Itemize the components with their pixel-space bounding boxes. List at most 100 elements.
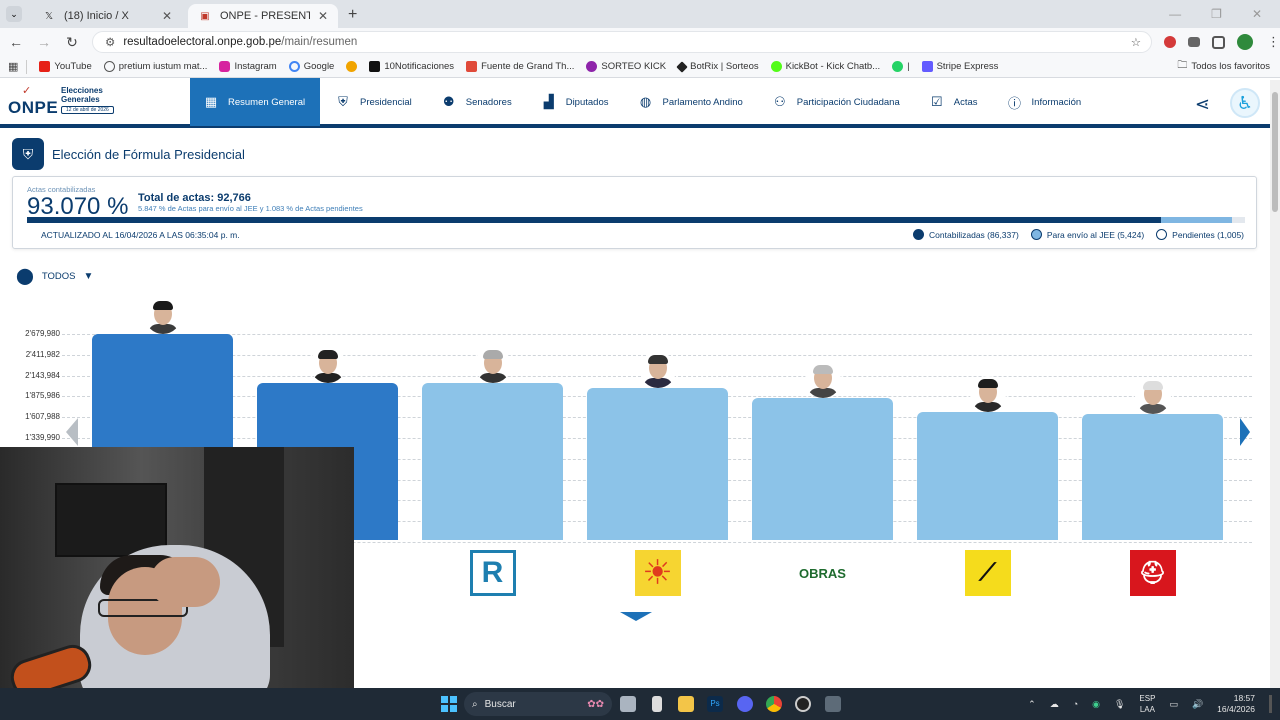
- chart-bar[interactable]: [1082, 414, 1223, 540]
- legend-dot: [1156, 229, 1168, 240]
- clock[interactable]: 18:57 16/4/2026: [1217, 693, 1255, 715]
- taskbar-search[interactable]: ⌕ Buscar ✿✿: [464, 692, 612, 716]
- region-filter[interactable]: ⬤ TODOS ▼: [16, 266, 93, 286]
- candidate-photo[interactable]: [309, 346, 346, 383]
- chart-bar[interactable]: [422, 383, 563, 540]
- tray-green-icon[interactable]: ◉: [1092, 699, 1100, 710]
- sun-party-logo[interactable]: ☀: [634, 550, 681, 596]
- pais-para-todos-logo[interactable]: ⟋: [964, 550, 1011, 596]
- filter-value: TODOS: [41, 270, 76, 282]
- progress-contabilizadas: [27, 217, 1161, 223]
- onpe-logo[interactable]: ✓ ONPE Elecciones Generales 12 de abril …: [0, 78, 190, 126]
- mic-icon[interactable]: 🎙: [1114, 699, 1125, 710]
- share-icon[interactable]: ⋖: [1195, 94, 1210, 115]
- helmet-party-logo[interactable]: ⛑: [1129, 550, 1176, 596]
- site-info-icon[interactable]: ⚙: [105, 35, 115, 49]
- language-indicator[interactable]: ESP LAA: [1139, 693, 1155, 715]
- menu-presidencial[interactable]: ⛨ Presidencial: [320, 78, 426, 126]
- bookmark-botrix[interactable]: BotRix | Sorteos: [676, 60, 759, 73]
- chart-bar[interactable]: [752, 398, 893, 540]
- tab-x-inicio[interactable]: 𝕏 (18) Inicio / X ✕: [32, 4, 182, 28]
- bookmark-kickbot[interactable]: KickBot - Kick Chatb...: [770, 61, 880, 72]
- candidate-photo[interactable]: [969, 375, 1006, 412]
- apps-grid-icon[interactable]: ▦: [8, 60, 18, 73]
- bookmark-stripe[interactable]: Stripe Express: [921, 61, 998, 72]
- url-field[interactable]: ⚙ resultadoelectoral.onpe.gob.pe /main/r…: [92, 31, 1152, 53]
- candidate-photo[interactable]: [474, 347, 511, 384]
- candidate-photo[interactable]: [144, 298, 181, 334]
- menu-diputados[interactable]: ▟ Diputados: [526, 78, 623, 126]
- candidate-photo[interactable]: [804, 362, 841, 399]
- tab-search-button[interactable]: ⌄: [6, 6, 22, 22]
- scrollbar-thumb[interactable]: [1272, 92, 1278, 212]
- bookmark-grand-theft[interactable]: Fuente de Grand Th...: [466, 61, 574, 72]
- browser-tab-strip: ⌄ 𝕏 (18) Inicio / X ✕ ▣ ONPE - PRESENTAC…: [0, 0, 1280, 28]
- candidate-suit: [147, 324, 178, 334]
- flowers-icon: ✿✿: [587, 698, 604, 710]
- seal-icon: ⛨: [338, 94, 348, 109]
- bookmark-star-icon[interactable]: ☆: [1131, 35, 1141, 49]
- bookmark-youtube[interactable]: YouTube: [39, 61, 92, 72]
- obs-icon[interactable]: [795, 696, 811, 712]
- menu-informacion[interactable]: ⓘ Información: [992, 78, 1096, 126]
- bottle-app-icon[interactable]: [652, 696, 662, 712]
- file-explorer-icon[interactable]: [678, 696, 694, 712]
- tray-app-icon[interactable]: ☁: [1050, 699, 1059, 710]
- extension-red-icon[interactable]: [1164, 36, 1176, 48]
- candidate-suit: [312, 372, 343, 383]
- bookmark-notificaciones[interactable]: 10Notificaciones: [369, 61, 454, 72]
- extension-box-icon[interactable]: [1188, 37, 1200, 47]
- bookmark-sorteo-kick[interactable]: SORTEO KICK: [586, 61, 666, 72]
- menu-parlamento-andino[interactable]: ◍ Parlamento Andino: [622, 78, 756, 126]
- display-icon[interactable]: ▭: [1169, 699, 1178, 710]
- bookmark-google[interactable]: Google: [288, 61, 334, 72]
- bookmark-pretium[interactable]: pretium iustum mat...: [103, 61, 207, 72]
- chart-prev-arrow[interactable]: [66, 418, 78, 446]
- menu-actas[interactable]: ☑ Actas: [914, 78, 992, 126]
- candidate-photo[interactable]: [1134, 378, 1171, 415]
- forward-icon[interactable]: →: [32, 34, 56, 50]
- menu-resumen-general[interactable]: ▦ Resumen General: [190, 78, 320, 126]
- new-tab-button[interactable]: +: [348, 6, 357, 24]
- profile-avatar[interactable]: [1237, 34, 1253, 50]
- tray-chevron-icon[interactable]: ⌃: [1028, 699, 1036, 710]
- actas-subtext: 5.847 % de Actas para envío al JEE y 1.0…: [138, 204, 363, 213]
- obras-party-logo[interactable]: OBRAS: [799, 550, 846, 596]
- extensions-puzzle-icon[interactable]: [1212, 35, 1225, 49]
- x-logo-icon: [369, 61, 381, 72]
- bookmark-whatsapp[interactable]: |: [892, 61, 910, 72]
- reload-icon[interactable]: ↻: [60, 34, 84, 51]
- browser-menu-icon[interactable]: ⋮: [1267, 34, 1280, 50]
- bookmark-instagram[interactable]: Instagram: [219, 61, 277, 72]
- windows-start-icon[interactable]: [441, 696, 457, 712]
- show-desktop-icon[interactable]: [1269, 695, 1272, 713]
- close-tab-icon[interactable]: ✕: [318, 9, 328, 23]
- volume-icon[interactable]: 🔊: [1192, 699, 1203, 710]
- folder-icon: 🗀: [1177, 60, 1188, 71]
- task-view-icon[interactable]: [620, 696, 636, 712]
- menu-senadores[interactable]: ⚉ Senadores: [426, 78, 526, 126]
- photoshop-icon[interactable]: Ps: [707, 696, 723, 712]
- chart-next-arrow[interactable]: [1240, 418, 1250, 446]
- back-icon[interactable]: ←: [4, 34, 28, 50]
- close-window-icon[interactable]: ✕: [1252, 7, 1262, 21]
- accessibility-icon[interactable]: ♿: [1230, 88, 1260, 118]
- discord-icon[interactable]: [737, 696, 753, 712]
- congress-icon: ▟: [543, 94, 554, 109]
- peru-shield-icon: ⛨: [12, 138, 44, 170]
- bookmark-colorful[interactable]: [346, 61, 358, 72]
- renovacion-popular-logo[interactable]: R: [469, 550, 516, 596]
- close-tab-icon[interactable]: ✕: [162, 9, 172, 23]
- minimize-icon[interactable]: —: [1169, 7, 1181, 21]
- maximize-icon[interactable]: ❐: [1211, 7, 1222, 21]
- tab-onpe[interactable]: ▣ ONPE - PRESENTACIÓN DE RES ✕: [188, 4, 338, 28]
- ballot-icon: ✓: [22, 85, 32, 97]
- menu-participacion-ciudadana[interactable]: ⚇ Participación Ciudadana: [757, 78, 914, 126]
- chart-bar[interactable]: [917, 411, 1058, 540]
- chrome-icon[interactable]: [766, 696, 782, 712]
- chart-bar[interactable]: [587, 387, 728, 540]
- calculator-icon[interactable]: [825, 696, 841, 712]
- all-bookmarks-folder[interactable]: 🗀 Todos los favoritos: [1177, 58, 1270, 75]
- network-icon[interactable]: ◔: [1073, 699, 1078, 709]
- candidate-photo[interactable]: [639, 351, 676, 388]
